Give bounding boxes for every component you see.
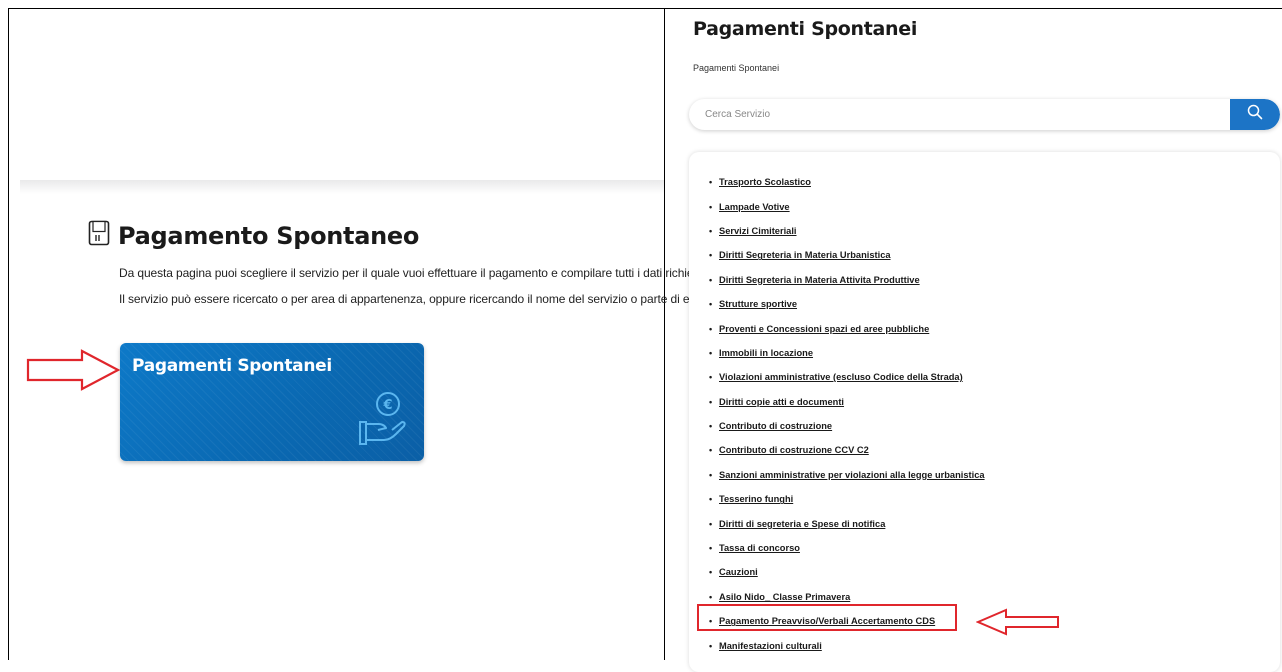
bullet: • [709, 250, 713, 261]
service-list-item: • Proventi e Concessioni spazi ed aree pu… [709, 316, 985, 340]
service-link[interactable]: Lampade Votive [719, 202, 790, 212]
service-list-item: • Lampade Votive [709, 194, 985, 218]
service-link[interactable]: Servizi Cimiteriali [719, 226, 797, 236]
service-list-item: • Sanzioni amministrative per violazioni … [709, 463, 985, 487]
service-link[interactable]: Diritti Segreteria in Materia Urbanistic… [719, 250, 891, 260]
annotation-highlight-box [697, 604, 957, 631]
card-reader-icon [88, 220, 110, 251]
bullet: • [709, 323, 713, 334]
bullet: • [709, 299, 713, 310]
bullet: • [709, 274, 713, 285]
service-link[interactable]: Trasporto Scolastico [719, 177, 811, 187]
description-line-2: Il servizio può essere ricercato o per a… [119, 292, 712, 306]
page-title: Pagamento Spontaneo [118, 221, 420, 250]
bullet: • [709, 201, 713, 212]
bullet: • [709, 396, 713, 407]
service-list-item: • Diritti Segreteria in Materia Attivita … [709, 268, 985, 292]
service-list-item: • Tassa di concorso [709, 536, 985, 560]
hand-euro-icon: € [356, 390, 410, 451]
bullet: • [709, 543, 713, 554]
service-link[interactable]: Diritti Segreteria in Materia Attivita P… [719, 275, 920, 285]
bullet: • [709, 640, 713, 651]
search-icon [1247, 104, 1263, 125]
service-list-item: • Cauzioni [709, 560, 985, 584]
service-link[interactable]: Sanzioni amministrative per violazioni a… [719, 470, 985, 480]
bullet: • [709, 421, 713, 432]
header-shadow [20, 180, 664, 194]
service-link[interactable]: Tassa di concorso [719, 543, 800, 553]
service-link[interactable]: Contributo di costruzione [719, 421, 832, 431]
description-line-1: Da questa pagina puoi scegliere il servi… [119, 266, 709, 280]
search-bar [689, 99, 1280, 130]
page-title-row: Pagamento Spontaneo [88, 220, 419, 251]
service-link[interactable]: Manifestazioni culturali [719, 641, 822, 651]
right-page-title: Pagamenti Spontanei [693, 18, 918, 40]
service-list-item: • Diritti copie atti e documenti [709, 390, 985, 414]
service-link[interactable]: Asilo Nido_ Classe Primavera [719, 592, 850, 602]
left-panel-frame [8, 8, 665, 660]
card-title: Pagamenti Spontanei [132, 356, 332, 376]
service-link[interactable]: Diritti di segreteria e Spese di notific… [719, 519, 885, 529]
bullet: • [709, 591, 713, 602]
service-link[interactable]: Violazioni amministrative (escluso Codic… [719, 372, 963, 382]
bullet: • [709, 347, 713, 358]
service-link[interactable]: Strutture sportive [719, 299, 797, 309]
annotation-arrow-left [26, 349, 122, 396]
service-list-item: • Contributo di costruzione CCV C2 [709, 438, 985, 462]
service-link[interactable]: Cauzioni [719, 567, 758, 577]
service-link[interactable]: Proventi e Concessioni spazi ed aree pub… [719, 324, 929, 334]
bullet: • [709, 225, 713, 236]
service-list-item: • Diritti Segreteria in Materia Urbanisti… [709, 243, 985, 267]
svg-text:€: € [382, 398, 392, 413]
service-link[interactable]: Immobili in locazione [719, 348, 813, 358]
bullet: • [709, 372, 713, 383]
service-list-item: • Violazioni amministrative (escluso Codi… [709, 365, 985, 389]
search-button[interactable] [1230, 99, 1280, 130]
bullet: • [709, 494, 713, 505]
bullet: • [709, 445, 713, 456]
pagamenti-spontanei-card[interactable]: Pagamenti Spontanei € [120, 343, 424, 461]
service-link[interactable]: Tesserino funghi [719, 494, 793, 504]
bullet: • [709, 177, 713, 188]
service-link[interactable]: Diritti copie atti e documenti [719, 397, 844, 407]
bullet: • [709, 469, 713, 480]
bullet: • [709, 518, 713, 529]
bullet: • [709, 567, 713, 578]
service-list-item: • Immobili in locazione [709, 341, 985, 365]
service-link[interactable]: Contributo di costruzione CCV C2 [719, 445, 869, 455]
service-list-item: • Contributo di costruzione [709, 414, 985, 438]
service-list-item: • Diritti di segreteria e Spese di notifi… [709, 511, 985, 535]
services-list-box: • Trasporto Scolastico • Lampade Votive • Ser… [689, 152, 1280, 672]
services-list: • Trasporto Scolastico • Lampade Votive • Ser… [709, 170, 985, 658]
annotation-arrow-right [975, 608, 1062, 641]
service-list-item: • Trasporto Scolastico [709, 170, 985, 194]
service-list-item: • Strutture sportive [709, 292, 985, 316]
breadcrumb[interactable]: Pagamenti Spontanei [693, 63, 779, 73]
service-list-item: • Manifestazioni culturali [709, 633, 985, 657]
service-list-item: • Servizi Cimiteriali [709, 219, 985, 243]
service-list-item: • Tesserino funghi [709, 487, 985, 511]
search-input[interactable] [689, 99, 1230, 130]
